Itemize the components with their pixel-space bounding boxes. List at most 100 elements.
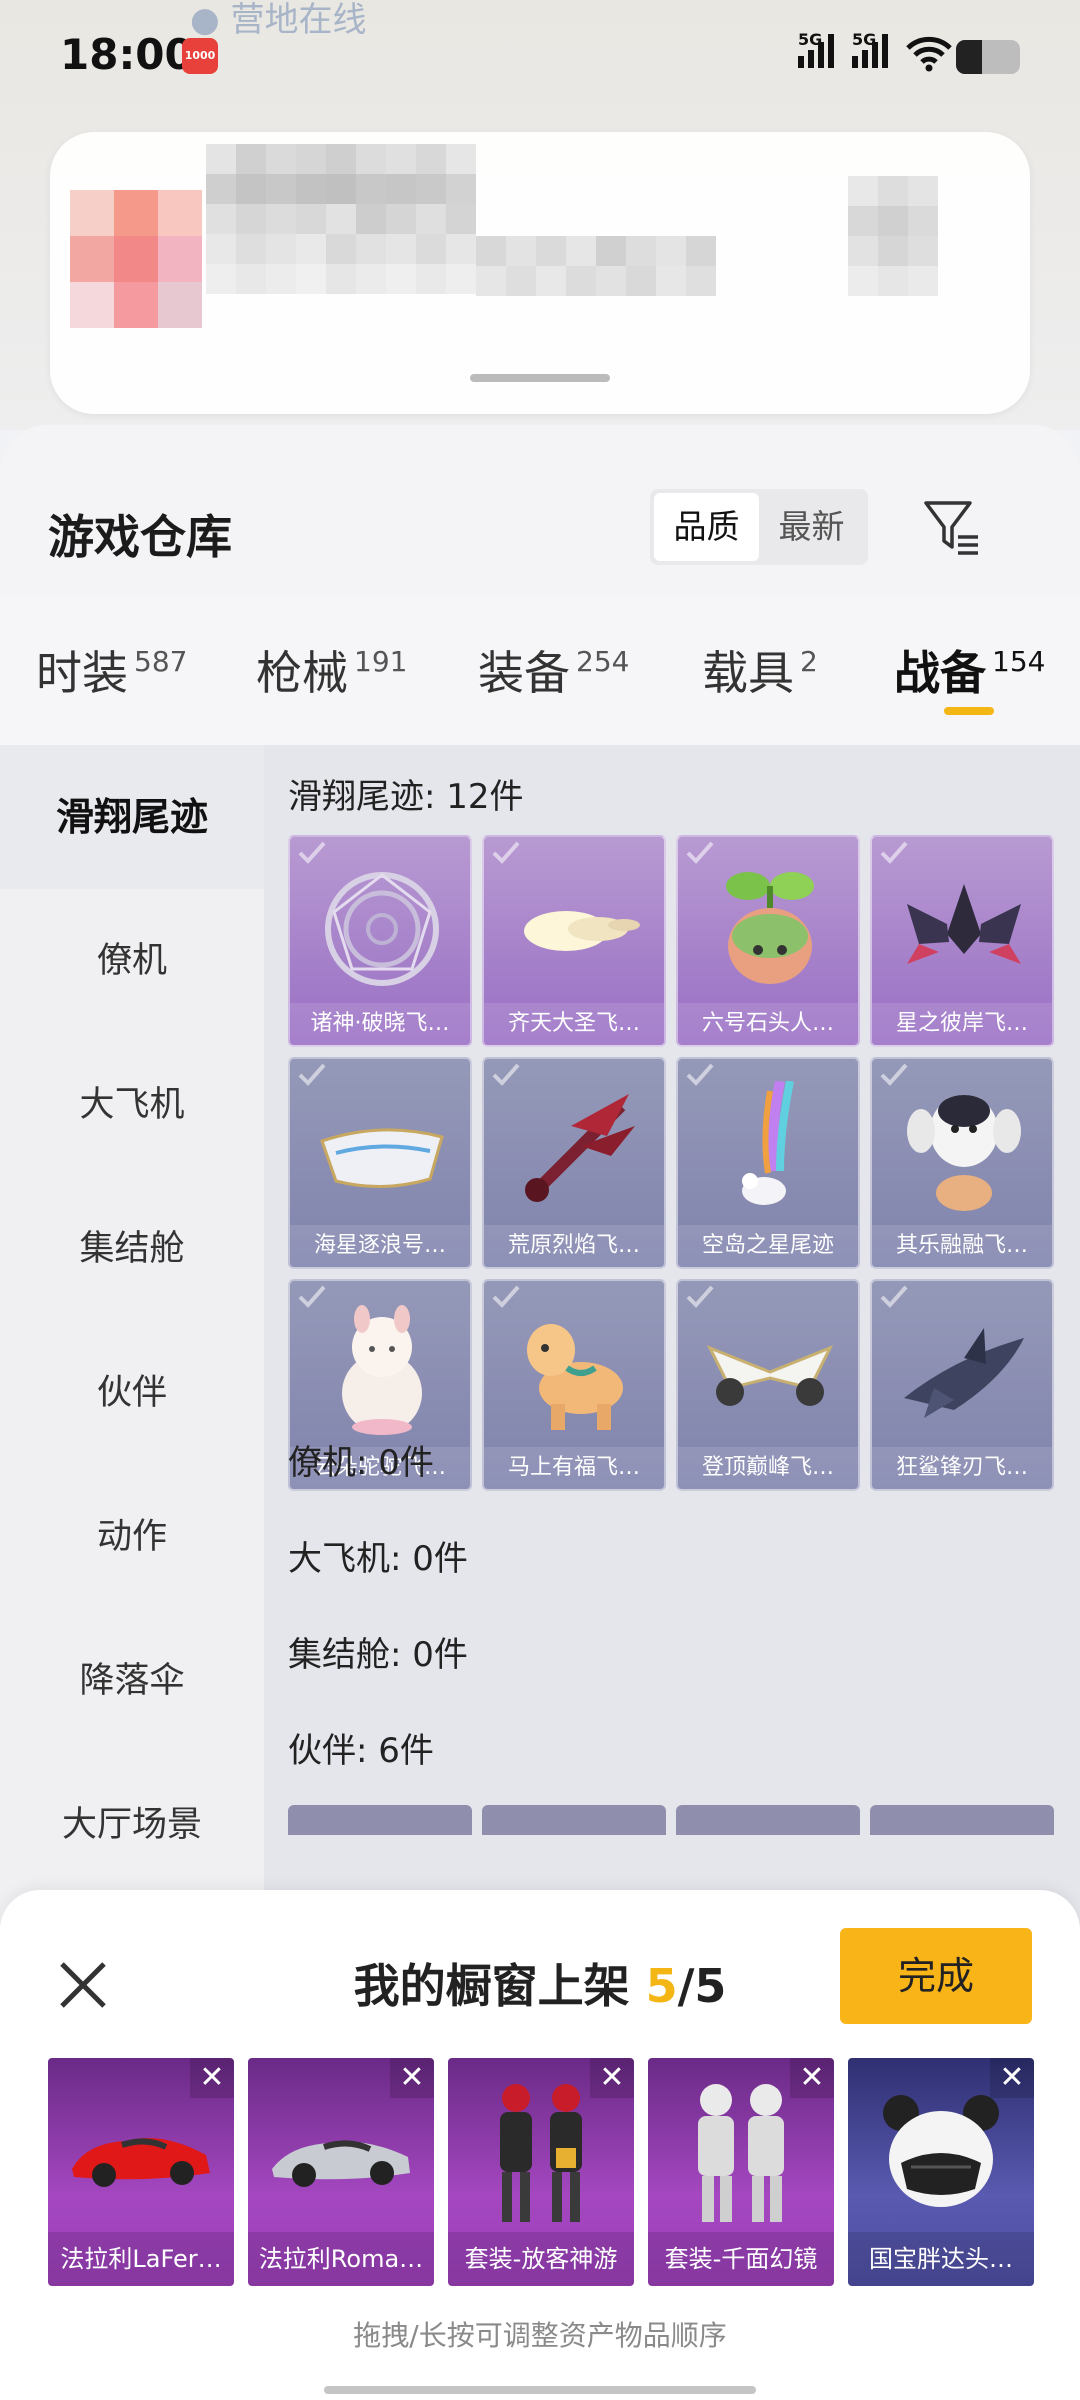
item-name: 诸神·破晓飞…: [290, 1003, 470, 1045]
avatar: [70, 190, 202, 328]
flame-glider-icon: [506, 1081, 646, 1221]
item-tile[interactable]: 狂鲨锋刃飞…: [870, 1279, 1054, 1491]
sidebar-item-lobby-scene[interactable]: 大厅场景: [0, 1753, 264, 1897]
tab-vehicles[interactable]: 载具 2: [702, 637, 818, 703]
mirror-outfit-icon: [662, 2078, 820, 2228]
spaceship-icon: [894, 859, 1034, 999]
sidebar-item-partner[interactable]: 伙伴: [0, 1321, 264, 1465]
online-label: ● 营地在线: [190, 0, 367, 40]
item-grid: 诸神·破晓飞… 齐天大圣飞… 六号石头人… 星之彼岸飞… 海星逐浪号… 荒原烈焰…: [288, 835, 1068, 1491]
section-title: 大飞机: 0件: [288, 1539, 468, 1579]
item-name: 空岛之星尾迹: [678, 1225, 858, 1267]
item-name: 登顶巅峰飞…: [678, 1447, 858, 1489]
silver-sports-car-icon: [262, 2078, 420, 2228]
slot-name: 套装-放客神游: [448, 2232, 634, 2286]
signal-icon: 5G: [798, 30, 834, 68]
item-name: 六号石头人…: [678, 1003, 858, 1045]
sort-quality-button[interactable]: 品质: [654, 493, 759, 561]
item-name: 齐天大圣飞…: [484, 1003, 664, 1045]
magic-circle-icon: [312, 859, 452, 999]
stone-creature-icon: [700, 859, 840, 999]
item-tile[interactable]: 其乐融融飞…: [870, 1057, 1054, 1269]
sort-latest-button[interactable]: 最新: [759, 493, 864, 561]
battery-icon: [956, 40, 1020, 74]
jet-glider-icon: [700, 1303, 840, 1443]
status-bar: ● 营地在线 18:00 1000 5G 5G: [0, 0, 1080, 110]
app-notification-icon: 1000: [182, 38, 218, 74]
sidebar-item-glide-trail[interactable]: 滑翔尾迹: [0, 745, 264, 889]
section-title: 滑翔尾迹: 12件: [288, 777, 524, 817]
item-tile[interactable]: 马上有福飞…: [482, 1279, 666, 1491]
item-name: 其乐融融飞…: [872, 1225, 1052, 1267]
slot-name: 法拉利Roma…: [248, 2232, 434, 2286]
outfit-pair-icon: [462, 2078, 620, 2228]
item-tile[interactable]: 六号石头人…: [676, 835, 860, 1047]
item-tile[interactable]: 登顶巅峰飞…: [676, 1279, 860, 1491]
slot-name: 法拉利LaFer…: [48, 2232, 234, 2286]
remove-slot-button[interactable]: ✕: [990, 2058, 1034, 2098]
page-title: 游戏仓库: [48, 510, 232, 564]
section-title: 集结舱: 0件: [288, 1635, 468, 1675]
panda-helmet-icon: [862, 2078, 1020, 2228]
horse-icon: [506, 1303, 646, 1443]
remove-slot-button[interactable]: ✕: [390, 2058, 434, 2098]
showcase-slots: ✕ 法拉利LaFer… ✕ 法拉利Roma… ✕ 套装-放客神游 ✕ 套装-千面…: [48, 2058, 1034, 2286]
item-tile[interactable]: 海星逐浪号…: [288, 1057, 472, 1269]
tab-combat-gear[interactable]: 战备 154: [894, 637, 1045, 703]
showcase-slot[interactable]: ✕ 国宝胖达头…: [848, 2058, 1034, 2286]
done-button[interactable]: 完成: [840, 1928, 1032, 2024]
item-tile[interactable]: 荒原烈焰飞…: [482, 1057, 666, 1269]
penguin-glider-icon: [894, 1081, 1034, 1221]
signal-icon-2: 5G: [852, 30, 888, 68]
remove-slot-button[interactable]: ✕: [590, 2058, 634, 2098]
rainbow-trail-icon: [700, 1081, 840, 1221]
user-info-blurred: [206, 144, 476, 294]
sidebar-item-assembly-pod[interactable]: 集结舱: [0, 1177, 264, 1321]
cloud-icon: [506, 859, 646, 999]
item-name: 海星逐浪号…: [290, 1225, 470, 1267]
item-name: 马上有福飞…: [484, 1447, 664, 1489]
red-sports-car-icon: [62, 2078, 220, 2228]
alpaca-icon: [312, 1303, 452, 1443]
showcase-sheet: 我的橱窗上架 5/5 完成 ✕ 法拉利LaFer… ✕ 法拉利Roma… ✕ 套…: [0, 1890, 1080, 2400]
user-side-blurred: [848, 176, 938, 296]
active-tab-indicator: [944, 707, 994, 715]
item-name: 荒原烈焰飞…: [484, 1225, 664, 1267]
item-tile[interactable]: 星之彼岸飞…: [870, 835, 1054, 1047]
status-time: 18:00: [60, 30, 194, 79]
reorder-hint: 拖拽/长按可调整资产物品顺序: [353, 2319, 727, 2352]
sidebar-item-big-plane[interactable]: 大飞机: [0, 1033, 264, 1177]
card-drag-handle[interactable]: [470, 374, 610, 382]
slot-name: 套装-千面幻镜: [648, 2232, 834, 2286]
showcase-slot[interactable]: ✕ 套装-放客神游: [448, 2058, 634, 2286]
section-title: 僚机: 0件: [288, 1443, 434, 1483]
sort-toggle: 品质 最新: [650, 489, 868, 565]
showcase-slot[interactable]: ✕ 法拉利LaFer…: [48, 2058, 234, 2286]
boat-icon: [312, 1081, 452, 1221]
remove-slot-button[interactable]: ✕: [190, 2058, 234, 2098]
tab-fashion[interactable]: 时装 587: [36, 637, 187, 703]
section-title: 伙伴: 6件: [288, 1731, 434, 1771]
filter-icon[interactable]: [920, 495, 984, 559]
shark-glider-icon: [894, 1303, 1034, 1443]
item-name: 狂鲨锋刃飞…: [872, 1447, 1052, 1489]
partial-item-row: [288, 1805, 1054, 1835]
tab-equipment[interactable]: 装备 254: [478, 637, 629, 703]
item-tile[interactable]: 诸神·破晓飞…: [288, 835, 472, 1047]
profile-card-blurred[interactable]: [50, 132, 1030, 414]
tab-weapons[interactable]: 枪械 191: [256, 637, 407, 703]
remove-slot-button[interactable]: ✕: [790, 2058, 834, 2098]
user-stats-blurred: [476, 236, 716, 296]
wifi-icon: [906, 36, 952, 81]
item-name: 星之彼岸飞…: [872, 1003, 1052, 1045]
item-tile[interactable]: 空岛之星尾迹: [676, 1057, 860, 1269]
showcase-slot[interactable]: ✕ 套装-千面幻镜: [648, 2058, 834, 2286]
sidebar-item-emote[interactable]: 动作: [0, 1465, 264, 1609]
category-tabs: 时装 587 枪械 191 装备 254 载具 2 战备 154: [0, 595, 1080, 745]
showcase-slot[interactable]: ✕ 法拉利Roma…: [248, 2058, 434, 2286]
home-indicator[interactable]: [324, 2386, 756, 2394]
slot-name: 国宝胖达头…: [848, 2232, 1034, 2286]
sidebar-item-parachute[interactable]: 降落伞: [0, 1609, 264, 1753]
sidebar-item-wingman[interactable]: 僚机: [0, 889, 264, 1033]
item-tile[interactable]: 齐天大圣飞…: [482, 835, 666, 1047]
